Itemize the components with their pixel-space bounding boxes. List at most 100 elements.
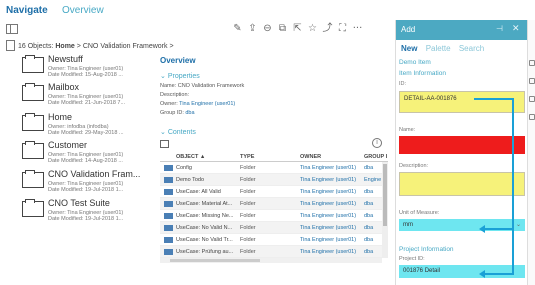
folder-icon: [22, 141, 44, 159]
remove-icon[interactable]: ⊖: [262, 23, 273, 35]
scrollbar-thumb[interactable]: [383, 164, 387, 226]
list-item[interactable]: Home Owner: infodba (infodba) Date Modifi…: [22, 112, 156, 140]
folder-icon: [22, 55, 44, 73]
list-item[interactable]: CNO Test Suite Owner: Tina Engineer (use…: [22, 198, 156, 226]
column-group[interactable]: GROUP I: [364, 154, 387, 160]
share-icon[interactable]: ⇪: [247, 23, 258, 35]
group-link[interactable]: dba: [185, 110, 194, 116]
table-view-icon[interactable]: [160, 140, 169, 148]
info-icon[interactable]: i: [372, 138, 382, 148]
sidebar-toggle-icon[interactable]: [6, 24, 18, 34]
cell-owner[interactable]: Tina Engineer (user01): [300, 177, 360, 183]
nav-title[interactable]: Navigate: [6, 5, 48, 16]
cell-owner[interactable]: Tina Engineer (user01): [300, 189, 360, 195]
breadcrumb-home[interactable]: Home: [55, 43, 74, 50]
cell-group[interactable]: dba: [364, 249, 382, 255]
cell-owner[interactable]: Tina Engineer (user01): [300, 213, 360, 219]
cell-object: UseCase: Missing Ne...: [176, 213, 234, 219]
fullscreen-icon[interactable]: ⛶: [337, 23, 348, 35]
column-object[interactable]: OBJECT ▲: [176, 154, 205, 160]
group-property: Group ID: dba: [160, 110, 195, 116]
cell-object: UseCase: No Valid Tr...: [176, 237, 233, 243]
cell-group[interactable]: Engine: [364, 177, 382, 183]
close-icon[interactable]: ✕: [512, 23, 520, 34]
scrollbar-thumb[interactable]: [170, 259, 260, 262]
project-id-field[interactable]: 001876 Detail: [399, 265, 525, 278]
list-item[interactable]: Newstuff Owner: Tina Engineer (user01) Da…: [22, 54, 156, 82]
annotation-arrow: [484, 273, 514, 275]
copy-icon[interactable]: ⧉: [277, 23, 288, 35]
project-information-heading: Project Information: [399, 246, 454, 253]
top-nav: Navigate Overview: [0, 0, 395, 20]
tab-new[interactable]: New: [401, 44, 417, 53]
table-row[interactable]: UseCase: All Valid Folder Tina Engineer (u…: [160, 186, 382, 198]
owner-link[interactable]: Tina Engineer (user01): [179, 101, 235, 107]
folder-icon: [164, 201, 173, 207]
add-icon[interactable]: [529, 60, 535, 66]
column-type[interactable]: TYPE: [240, 154, 254, 160]
breadcrumb-current[interactable]: CNO Validation Framework: [83, 43, 168, 50]
cell-group[interactable]: dba: [364, 201, 382, 207]
more-icon[interactable]: ···: [352, 23, 363, 35]
side-rail: [527, 20, 535, 285]
item-modified: Date Modified: 29-May-2018 ...: [48, 130, 124, 136]
panel-title: Add: [401, 25, 416, 34]
column-owner[interactable]: OWNER: [300, 154, 321, 160]
cell-owner[interactable]: Tina Engineer (user01): [300, 201, 360, 207]
cell-owner[interactable]: Tina Engineer (user01): [300, 165, 360, 171]
tab-search[interactable]: Search: [459, 44, 484, 53]
table-row[interactable]: Demo Todo Folder Tina Engineer (user01) Eng…: [160, 174, 382, 186]
name-field[interactable]: [399, 136, 525, 154]
cell-group[interactable]: dba: [364, 165, 382, 171]
pin-panel-icon[interactable]: ⊣: [496, 24, 503, 33]
list-item[interactable]: Customer Owner: Tina Engineer (user01) Da…: [22, 140, 156, 168]
table-row[interactable]: UseCase: No Valid N... Folder Tina Enginee…: [160, 222, 382, 234]
item-name: Mailbox: [48, 82, 80, 92]
list-item[interactable]: CNO Validation Fram... Owner: Tina Engin…: [22, 169, 156, 197]
horizontal-scrollbar[interactable]: [160, 258, 382, 263]
tab-palette[interactable]: Palette: [426, 44, 451, 53]
folder-icon: [164, 225, 173, 231]
table-row[interactable]: UseCase: Prüfung au... Folder Tina Enginee…: [160, 246, 382, 258]
toolbar: ✎ ⇪ ⊖ ⧉ ⇱ ☆ ⤴ ⛶ ···: [0, 22, 395, 38]
cell-group[interactable]: dba: [364, 237, 382, 243]
item-type-label[interactable]: Demo Item: [399, 59, 431, 66]
share-icon[interactable]: [529, 96, 535, 102]
contents-section[interactable]: ⌄ Contents: [160, 128, 196, 136]
export-icon[interactable]: ⤴: [322, 23, 333, 35]
folder-icon: [164, 189, 173, 195]
cell-owner[interactable]: Tina Engineer (user01): [300, 249, 360, 255]
list-item[interactable]: Mailbox Owner: Tina Engineer (user01) Dat…: [22, 82, 156, 110]
tree-view-icon[interactable]: [6, 40, 15, 51]
pin-icon[interactable]: ⇱: [292, 23, 303, 35]
panel-tabs: New Palette Search: [401, 44, 490, 53]
id-field[interactable]: DETAIL-AA-001876: [399, 91, 525, 113]
item-modified: Date Modified: 21-Jun-2018 7...: [48, 100, 126, 106]
folder-icon: [22, 83, 44, 101]
table-row[interactable]: UseCase: Missing Ne... Folder Tina Enginee…: [160, 210, 382, 222]
cell-group[interactable]: dba: [364, 189, 382, 195]
favorite-icon[interactable]: ☆: [307, 23, 318, 35]
table-row[interactable]: UseCase: No Valid Tr... Folder Tina Engine…: [160, 234, 382, 246]
cell-type: Folder: [240, 177, 256, 183]
nav-subtitle[interactable]: Overview: [62, 5, 104, 16]
vertical-scrollbar[interactable]: [382, 162, 388, 258]
cell-owner[interactable]: Tina Engineer (user01): [300, 237, 360, 243]
item-name: Newstuff: [48, 54, 83, 64]
cell-owner[interactable]: Tina Engineer (user01): [300, 225, 360, 231]
bookmark-icon[interactable]: [529, 114, 535, 120]
id-label: ID:: [399, 81, 407, 87]
table-row[interactable]: Config Folder Tina Engineer (user01) dba: [160, 162, 382, 174]
info-icon[interactable]: [529, 78, 535, 84]
edit-icon[interactable]: ✎: [232, 23, 243, 35]
table-row[interactable]: UseCase: Material At... Folder Tina Engine…: [160, 198, 382, 210]
object-list: Newstuff Owner: Tina Engineer (user01) Da…: [0, 52, 156, 262]
arrow-head-icon: [479, 270, 485, 278]
properties-label: Properties: [167, 73, 200, 80]
description-field[interactable]: [399, 172, 525, 196]
cell-group[interactable]: dba: [364, 225, 382, 231]
item-name: Customer: [48, 140, 88, 150]
cell-group[interactable]: dba: [364, 213, 382, 219]
folder-icon: [164, 165, 173, 171]
properties-section[interactable]: ⌄ Properties: [160, 72, 200, 80]
